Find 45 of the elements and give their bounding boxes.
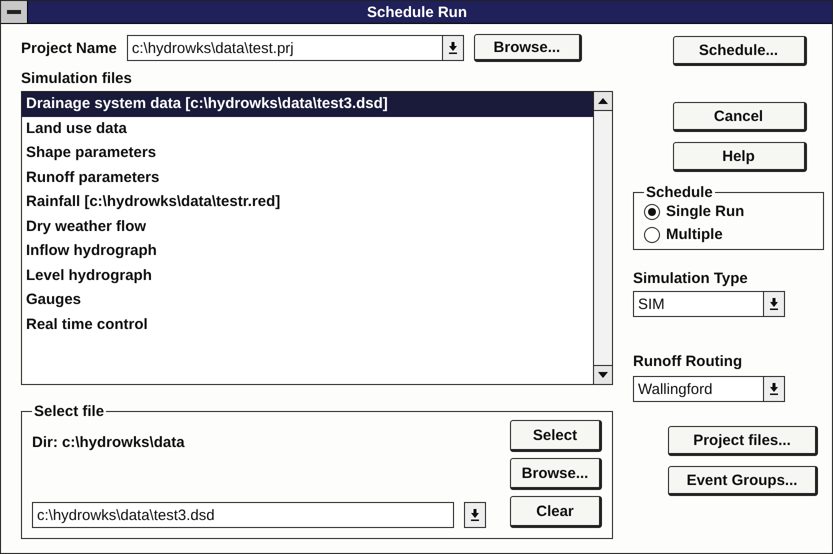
down-arrow-icon <box>448 42 458 54</box>
dash-icon <box>7 10 21 14</box>
file-button[interactable]: Clear <box>510 496 602 528</box>
simulation-files-label: Simulation files <box>21 70 133 87</box>
list-item[interactable]: Land use data <box>22 116 593 141</box>
list-item[interactable]: Gauges <box>22 288 593 312</box>
file-path-field[interactable]: c:\hydrowks\data\test3.dsd <box>32 502 454 528</box>
down-arrow-icon <box>598 372 608 378</box>
list-item[interactable]: Level hydrograph <box>22 264 593 288</box>
system-menu-button[interactable] <box>1 1 28 23</box>
list-item[interactable]: Runoff parameters <box>22 166 593 190</box>
list-item[interactable]: Real time control <box>22 312 593 337</box>
simulation-type-label: Simulation Type <box>633 270 749 287</box>
scrollbar[interactable] <box>593 92 612 384</box>
project-name-label: Project Name <box>21 40 117 56</box>
dialog-button[interactable]: Project files... <box>668 426 818 456</box>
down-arrow-icon <box>470 509 480 521</box>
project-name-dropdown[interactable]: c:\hydrowks\data\test.prj <box>126 35 464 61</box>
up-arrow-icon <box>598 98 608 104</box>
radio-button[interactable] <box>644 204 660 220</box>
list-item[interactable]: Shape parameters <box>22 141 593 166</box>
list-item[interactable]: Inflow hydrograph <box>22 239 593 264</box>
list-item[interactable]: Drainage system data [c:\hydrowks\data\test3.dsd] <box>22 92 593 116</box>
radio-button[interactable] <box>644 226 660 242</box>
browse-button[interactable]: Browse... <box>474 34 582 62</box>
radio-label: Multiple <box>666 226 723 243</box>
window-title: Schedule Run <box>366 4 468 20</box>
list-item[interactable]: Dry weather flow <box>22 214 593 239</box>
runoff-routing-label: Runoff Routing <box>633 353 744 370</box>
simulation-type-dropdown[interactable]: SIM <box>633 291 785 317</box>
group-title: Schedule <box>645 184 714 201</box>
dialog-button[interactable]: Event Groups... <box>668 466 818 496</box>
action-button[interactable]: Help <box>672 142 806 172</box>
file-button[interactable]: Select <box>510 420 602 452</box>
down-arrow-icon <box>769 383 779 395</box>
dropdown-button[interactable] <box>464 502 486 528</box>
action-button[interactable]: Cancel <box>672 102 806 132</box>
file-button[interactable]: Browse... <box>510 458 602 490</box>
group-title: Select file <box>33 403 106 420</box>
runoff-routing-dropdown[interactable]: Wallingford <box>633 376 785 402</box>
action-button[interactable]: Schedule... <box>672 36 806 66</box>
list-item[interactable]: Rainfall [c:\hydrowks\data\testr.red] <box>22 190 593 214</box>
directory-label: Dir: c:\hydrowks\data <box>32 434 186 451</box>
radio-label: Single Run <box>666 203 744 220</box>
down-arrow-icon <box>769 298 779 310</box>
